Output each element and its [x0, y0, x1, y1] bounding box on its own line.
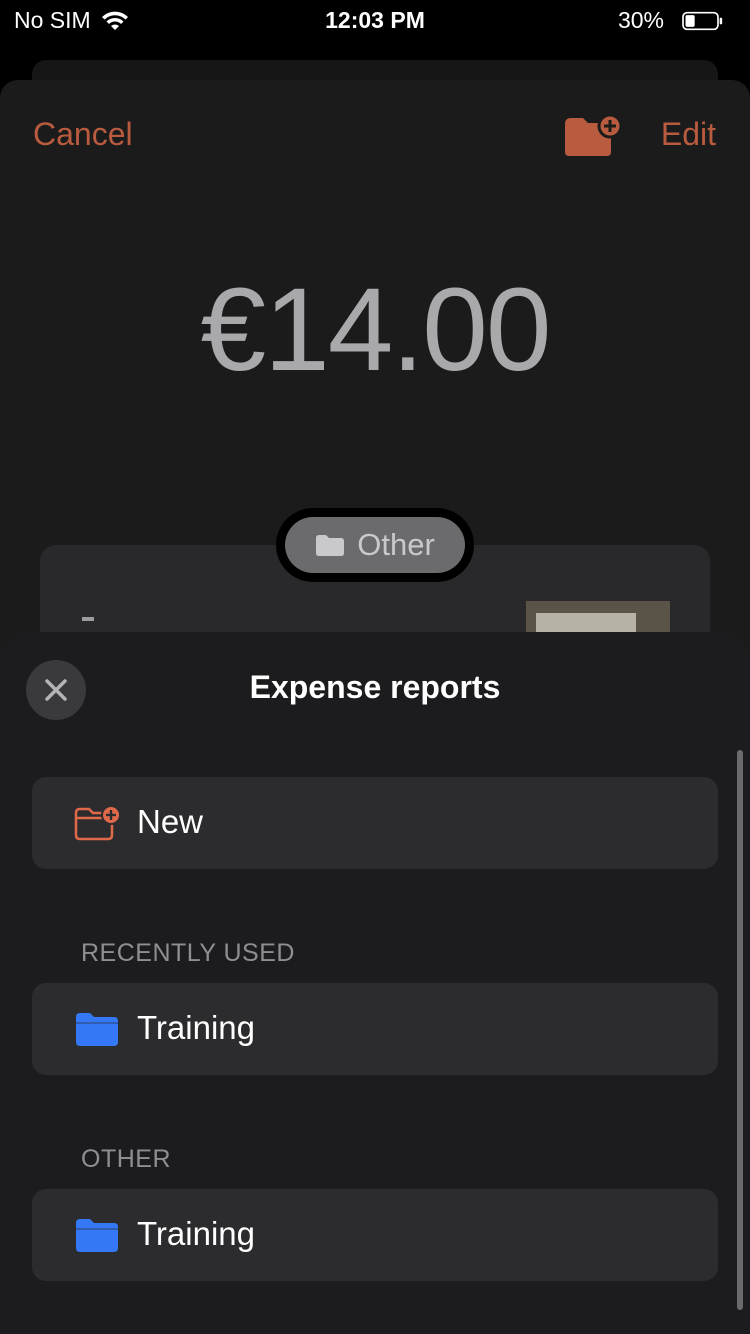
battery-fill [685, 14, 695, 27]
sheet-title: Expense reports [249, 669, 501, 705]
expense-amount[interactable]: €14.00 [0, 262, 750, 398]
cancel-button[interactable]: Cancel [33, 116, 133, 153]
line-item-placeholder [82, 617, 94, 621]
section-header-other: OTHER [81, 1145, 171, 1173]
folder-icon [76, 1013, 118, 1046]
folder-add-icon[interactable] [563, 114, 623, 158]
battery-percent: 30% [617, 7, 664, 33]
new-report-row[interactable]: New [32, 777, 718, 869]
report-row-training-recent[interactable]: Training [32, 983, 718, 1075]
folder-icon [76, 1219, 118, 1252]
report-label: Training [137, 1215, 255, 1252]
status-battery-group: 30% [618, 7, 736, 34]
folder-icon [316, 535, 345, 556]
new-report-label: New [137, 803, 204, 840]
section-header-recently-used: RECENTLY USED [81, 939, 295, 967]
edit-button[interactable]: Edit [661, 116, 716, 153]
report-label: Training [137, 1009, 255, 1046]
folder-add-icon [74, 805, 120, 841]
category-label: Other [357, 527, 435, 562]
scrollbar[interactable] [737, 750, 743, 1310]
report-row-training-other[interactable]: Training [32, 1189, 718, 1281]
screen: No SIM 12:03 PM 30% Cancel Edit €14.00 O… [0, 0, 750, 1334]
battery-icon [682, 11, 723, 30]
status-bar: No SIM 12:03 PM 30% [0, 0, 750, 40]
category-pill[interactable]: Other [285, 517, 465, 573]
